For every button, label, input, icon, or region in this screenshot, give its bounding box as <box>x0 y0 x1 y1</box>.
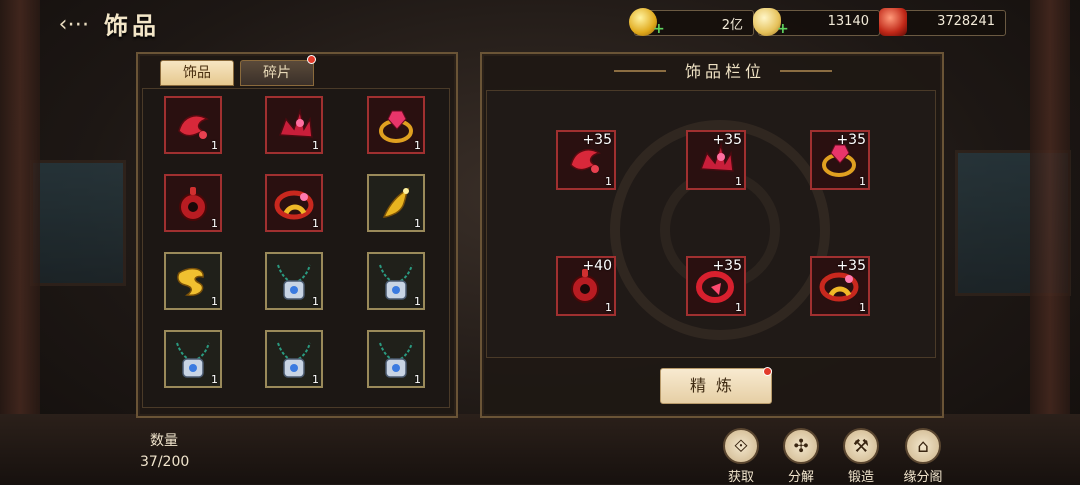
enhance-level: +35 <box>836 132 866 148</box>
decompose-icon: ✣ <box>783 428 819 464</box>
red-token-icon <box>879 8 907 36</box>
obtain-label: 获取 <box>727 470 754 485</box>
item-count: 1 <box>211 295 218 308</box>
item-count: 1 <box>414 373 421 386</box>
item-count: 1 <box>735 175 742 188</box>
currency-gold: + 2亿 <box>629 8 754 37</box>
enhance-level: +35 <box>836 258 866 274</box>
token-value: 3728241 <box>937 14 995 29</box>
equip-slot[interactable]: +35 1 <box>686 256 746 316</box>
item-count: 1 <box>312 295 319 308</box>
pavilion-button[interactable]: ⌂ 缘分阁 <box>898 428 948 485</box>
obtain-button[interactable]: ⟐ 获取 <box>716 428 766 485</box>
quantity-value: 37/200 <box>140 454 190 470</box>
enhance-level: +35 <box>712 258 742 274</box>
tab-fragments[interactable]: 碎片 <box>240 60 314 86</box>
red-hairpin-icon <box>178 115 209 139</box>
silver-necklace-icon <box>379 342 413 378</box>
obtain-icon: ⟐ <box>723 428 759 464</box>
inventory-slot[interactable]: 1 <box>367 96 425 154</box>
background-pillar <box>0 0 40 484</box>
inventory-slot[interactable]: 1 <box>367 330 425 388</box>
gold-ring-icon <box>274 190 314 220</box>
equip-slot[interactable]: +35 1 <box>556 130 616 190</box>
silver-necklace-icon <box>176 342 210 378</box>
fragments-notice-dot <box>307 55 316 64</box>
tab-accessories[interactable]: 饰品 <box>160 60 234 86</box>
gold-charm-icon <box>177 267 204 296</box>
equip-slot[interactable]: +35 1 <box>810 130 870 190</box>
background-window <box>30 160 126 286</box>
back-arrow-icon[interactable]: ‹⋯ <box>59 10 90 38</box>
quantity-label: 数量 <box>150 433 178 449</box>
item-count: 1 <box>605 175 612 188</box>
gem-ring-icon <box>379 110 413 143</box>
red-jade-pendant-icon <box>179 187 207 221</box>
inventory-slot[interactable]: 1 <box>367 252 425 310</box>
silver-value: 13140 <box>827 14 869 29</box>
item-count: 1 <box>211 217 218 230</box>
equip-slot[interactable]: +35 1 <box>686 130 746 190</box>
silver-necklace-icon <box>277 342 311 378</box>
inventory-slot[interactable]: 1 <box>265 96 323 154</box>
item-count: 1 <box>312 373 319 386</box>
inventory-slot[interactable]: 1 <box>265 174 323 232</box>
item-count: 1 <box>859 175 866 188</box>
forge-button[interactable]: ⚒ 锻造 <box>836 428 886 485</box>
forge-hammer-icon: ⚒ <box>843 428 879 464</box>
enhance-level: +40 <box>582 258 612 274</box>
silver-necklace-icon <box>379 264 413 300</box>
item-count: 1 <box>312 217 319 230</box>
refine-notice-dot <box>763 367 772 376</box>
inventory-slot[interactable]: 1 <box>164 96 222 154</box>
item-count: 1 <box>211 139 218 152</box>
red-crown-icon <box>278 108 313 138</box>
gold-value: 2亿 <box>721 18 743 33</box>
item-count: 1 <box>414 295 421 308</box>
enhance-level: +35 <box>712 132 742 148</box>
item-count: 1 <box>735 301 742 314</box>
refine-button[interactable]: 精炼 <box>660 368 772 404</box>
forge-label: 锻造 <box>847 470 874 485</box>
inventory-slot[interactable]: 1 <box>265 252 323 310</box>
item-count: 1 <box>414 139 421 152</box>
pavilion-icon: ⌂ <box>905 428 941 464</box>
title-flourish-right <box>780 70 832 72</box>
inventory-slot[interactable]: 1 <box>367 174 425 232</box>
decompose-label: 分解 <box>787 470 814 485</box>
equip-slot[interactable]: +35 1 <box>810 256 870 316</box>
page-title: 饰品 <box>104 12 160 40</box>
currency-silver: + 13140 <box>753 8 880 37</box>
add-gold-icon[interactable]: + <box>653 21 665 37</box>
item-count: 1 <box>211 373 218 386</box>
currency-token: 3728241 <box>879 8 1006 36</box>
decompose-button[interactable]: ✣ 分解 <box>776 428 826 485</box>
pavilion-label: 缘分阁 <box>903 470 943 485</box>
inventory-slot[interactable]: 1 <box>265 330 323 388</box>
inventory-slot[interactable]: 1 <box>164 174 222 232</box>
item-count: 1 <box>312 139 319 152</box>
silver-necklace-icon <box>277 264 311 300</box>
inventory-slot[interactable]: 1 <box>164 330 222 388</box>
add-silver-icon[interactable]: + <box>777 21 789 37</box>
item-count: 1 <box>605 301 612 314</box>
item-count: 1 <box>859 301 866 314</box>
enhance-level: +35 <box>582 132 612 148</box>
inventory-slot[interactable]: 1 <box>164 252 222 310</box>
item-count: 1 <box>414 217 421 230</box>
equip-slot[interactable]: +40 1 <box>556 256 616 316</box>
background-pillar <box>1030 0 1070 484</box>
gold-hairpin-icon <box>382 187 410 218</box>
